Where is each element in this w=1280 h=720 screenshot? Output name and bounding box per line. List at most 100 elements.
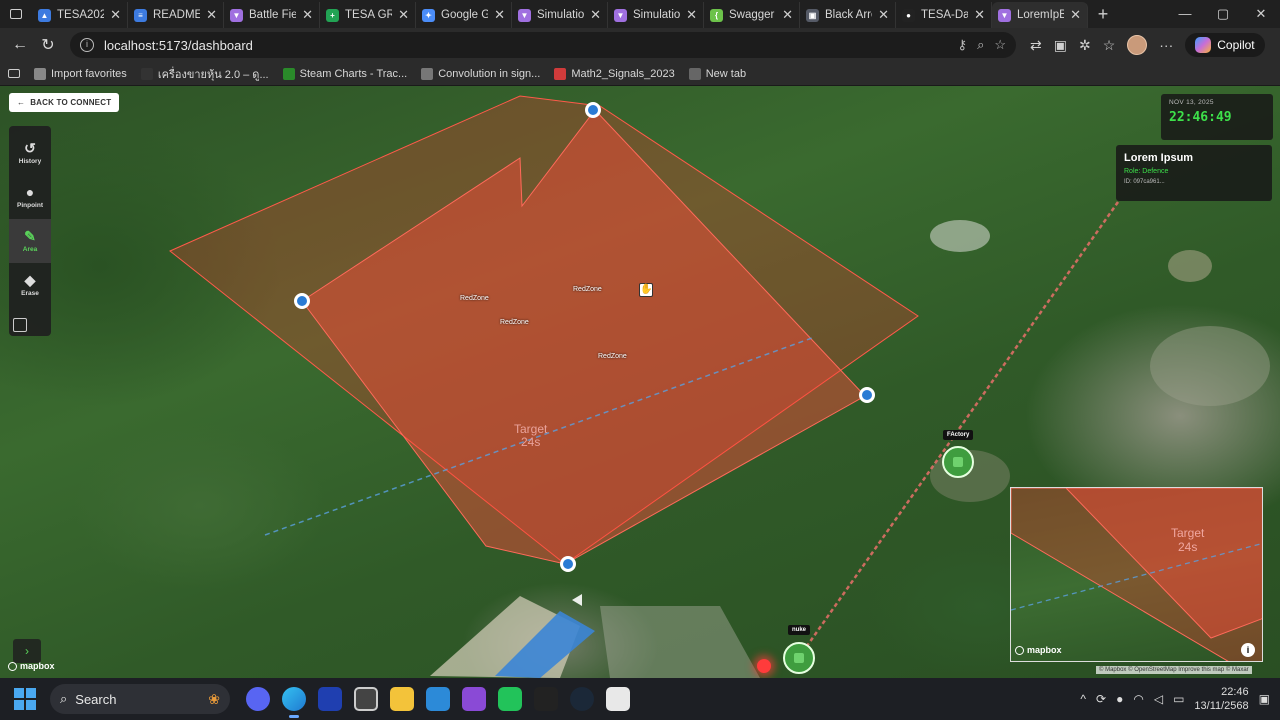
discord-icon[interactable] — [246, 687, 270, 711]
nuke-unit-marker[interactable] — [783, 642, 815, 674]
tab-title: Simulation — [537, 9, 585, 21]
favorite-item[interactable]: เครื่องขายหุ้น 2.0 – ดู... — [140, 65, 269, 83]
browser-tab[interactable]: ▼ LoremIpBoard ✕ — [992, 2, 1088, 28]
factory-unit-marker[interactable] — [942, 446, 974, 478]
close-tab-icon[interactable]: ✕ — [686, 7, 697, 23]
close-window-icon[interactable]: ✕ — [1242, 0, 1280, 28]
close-tab-icon[interactable]: ✕ — [974, 7, 985, 23]
extensions-icon[interactable]: ✲ — [1079, 37, 1091, 54]
tool-erase[interactable]: ◆ Erase — [9, 263, 51, 307]
maximize-icon[interactable]: ▢ — [1204, 0, 1242, 28]
browser-tab[interactable]: ≡ README ✕ — [128, 2, 224, 28]
taskbar-apps — [246, 687, 630, 718]
key-icon[interactable]: ⚷ — [958, 37, 968, 53]
tool-pinpoint[interactable]: ● Pinpoint — [9, 175, 51, 219]
microphone-icon[interactable]: ● — [1116, 692, 1123, 706]
url-text[interactable]: localhost:5173/dashboard — [104, 38, 948, 53]
notifications-icon[interactable]: ▣ — [1259, 692, 1270, 706]
favorite-item[interactable]: Steam Charts - Trac... — [282, 67, 407, 80]
sidebar-toggle-icon[interactable] — [8, 69, 20, 78]
sync-icon[interactable]: ⟳ — [1096, 692, 1106, 706]
fullscreen-icon[interactable] — [13, 318, 27, 332]
threat-marker[interactable] — [757, 659, 771, 673]
zone-vertex-handle[interactable] — [560, 556, 576, 572]
favorite-item[interactable]: New tab — [688, 67, 746, 80]
favorite-item[interactable]: Import favorites — [34, 67, 127, 80]
close-tab-icon[interactable]: ✕ — [110, 7, 121, 23]
zone-vertex-handle[interactable] — [585, 102, 601, 118]
tab-title: TESA2025 — [57, 9, 104, 21]
browser-tab[interactable]: + TESA GROUP ✕ — [320, 2, 416, 28]
translate-icon[interactable]: ⇄ — [1030, 37, 1042, 54]
tool-history[interactable]: ↺ History — [9, 131, 51, 175]
close-tab-icon[interactable]: ✕ — [782, 7, 793, 23]
favorite-item[interactable]: Math2_Signals_2023 — [554, 67, 675, 80]
search-icon: ⌕ — [60, 691, 68, 706]
browser-tab[interactable]: ▼ Battle Field ✕ — [224, 2, 320, 28]
tool-area[interactable]: ✎ Area — [9, 219, 51, 263]
map-canvas[interactable]: ← BACK TO CONNECT ↺ History ● Pinpoint ✎ Area… — [0, 86, 1280, 678]
browser-tab[interactable]: ▼ Simulation ✕ — [608, 2, 704, 28]
browser-tab[interactable]: ▣ Black Arrow ✕ — [800, 2, 896, 28]
visual-studio-icon[interactable] — [462, 687, 486, 711]
clock-date: NOV 13, 2025 — [1169, 99, 1214, 106]
file-explorer-icon[interactable] — [390, 687, 414, 711]
draw-tools-panel: ↺ History ● Pinpoint ✎ Area ◆ Erase — [9, 126, 51, 336]
user-role: Role: Defence — [1124, 168, 1169, 175]
taskbar-search[interactable]: ⌕ Search ❀ — [50, 684, 230, 714]
favorite-item[interactable]: Convolution in sign... — [421, 67, 540, 80]
favorite-star-icon[interactable]: ☆ — [994, 37, 1006, 53]
site-info-icon[interactable]: i — [80, 38, 94, 52]
back-to-connect-button[interactable]: ← BACK TO CONNECT — [9, 93, 120, 112]
battery-icon[interactable]: ▭ — [1173, 692, 1184, 706]
volume-icon[interactable]: ◁ — [1154, 692, 1163, 706]
minimap[interactable]: Target 24s mapbox i — [1010, 487, 1263, 662]
info-icon[interactable]: i — [1241, 643, 1255, 657]
back-icon[interactable]: ← — [6, 31, 34, 59]
zoom-icon[interactable]: ⌕ — [977, 37, 984, 53]
close-tab-icon[interactable]: ✕ — [1070, 7, 1081, 23]
snipping-tool-icon[interactable] — [606, 687, 630, 711]
screenshot-icon[interactable]: ▣ — [1054, 37, 1067, 54]
map-attribution[interactable]: © Mapbox © OpenStreetMap Improve this ma… — [1096, 666, 1252, 674]
close-tab-icon[interactable]: ✕ — [398, 7, 409, 23]
profile-avatar[interactable] — [1127, 35, 1148, 55]
close-tab-icon[interactable]: ✕ — [206, 7, 217, 23]
zone-vertex-handle[interactable] — [859, 387, 875, 403]
edge-icon[interactable] — [282, 687, 306, 718]
tab-favicon-icon: + — [326, 8, 339, 22]
taskbar-clock[interactable]: 22:46 13/11/2568 — [1194, 685, 1248, 713]
close-tab-icon[interactable]: ✕ — [590, 7, 601, 23]
minimize-icon[interactable]: — — [1166, 0, 1204, 28]
browser-tab[interactable]: ▼ Simulation ✕ — [512, 2, 608, 28]
copilot-button[interactable]: Copilot — [1185, 33, 1265, 57]
browser-tab[interactable]: ✦ Google Gemini ✕ — [416, 2, 512, 28]
tab-actions-icon[interactable] — [0, 0, 32, 28]
browser-tab[interactable]: {Swagger UI ✕ — [704, 2, 800, 28]
browser-tab-strip: ▲ TESA2025 ✕ ≡ README ✕ ▼ Battle Field ✕ + TESA GR… — [0, 0, 1280, 28]
favorites-icon[interactable]: ☆ — [1103, 37, 1116, 54]
close-tab-icon[interactable]: ✕ — [494, 7, 505, 23]
wifi-icon[interactable]: ◠ — [1133, 692, 1143, 706]
zone-vertex-handle[interactable] — [294, 293, 310, 309]
window-controls: — ▢ ✕ — [1166, 0, 1280, 28]
tab-favicon-icon: ▣ — [806, 8, 819, 22]
expand-panel-button[interactable]: › — [13, 639, 41, 663]
more-menu-icon[interactable]: ··· — [1159, 37, 1173, 53]
close-tab-icon[interactable]: ✕ — [302, 7, 313, 23]
new-tab-button[interactable]: + — [1088, 4, 1118, 25]
address-bar[interactable]: i localhost:5173/dashboard ⚷ ⌕ ☆ — [70, 32, 1016, 58]
browser-tab[interactable]: ● TESA-Dashboard ✕ — [896, 2, 992, 28]
chevron-up-icon[interactable]: ^ — [1080, 692, 1086, 706]
browser-tab[interactable]: ▲ TESA2025 ✕ — [32, 2, 128, 28]
start-button[interactable] — [14, 688, 36, 710]
refresh-icon[interactable]: ↻ — [34, 31, 62, 59]
vscode-icon[interactable] — [426, 687, 450, 711]
line-icon[interactable] — [498, 687, 522, 711]
terminal-icon[interactable] — [534, 687, 558, 711]
task-view-icon[interactable] — [354, 687, 378, 711]
pin-icon: ● — [25, 184, 35, 200]
steam-icon[interactable] — [570, 687, 594, 711]
close-tab-icon[interactable]: ✕ — [878, 7, 889, 23]
lapp-icon[interactable] — [318, 687, 342, 711]
